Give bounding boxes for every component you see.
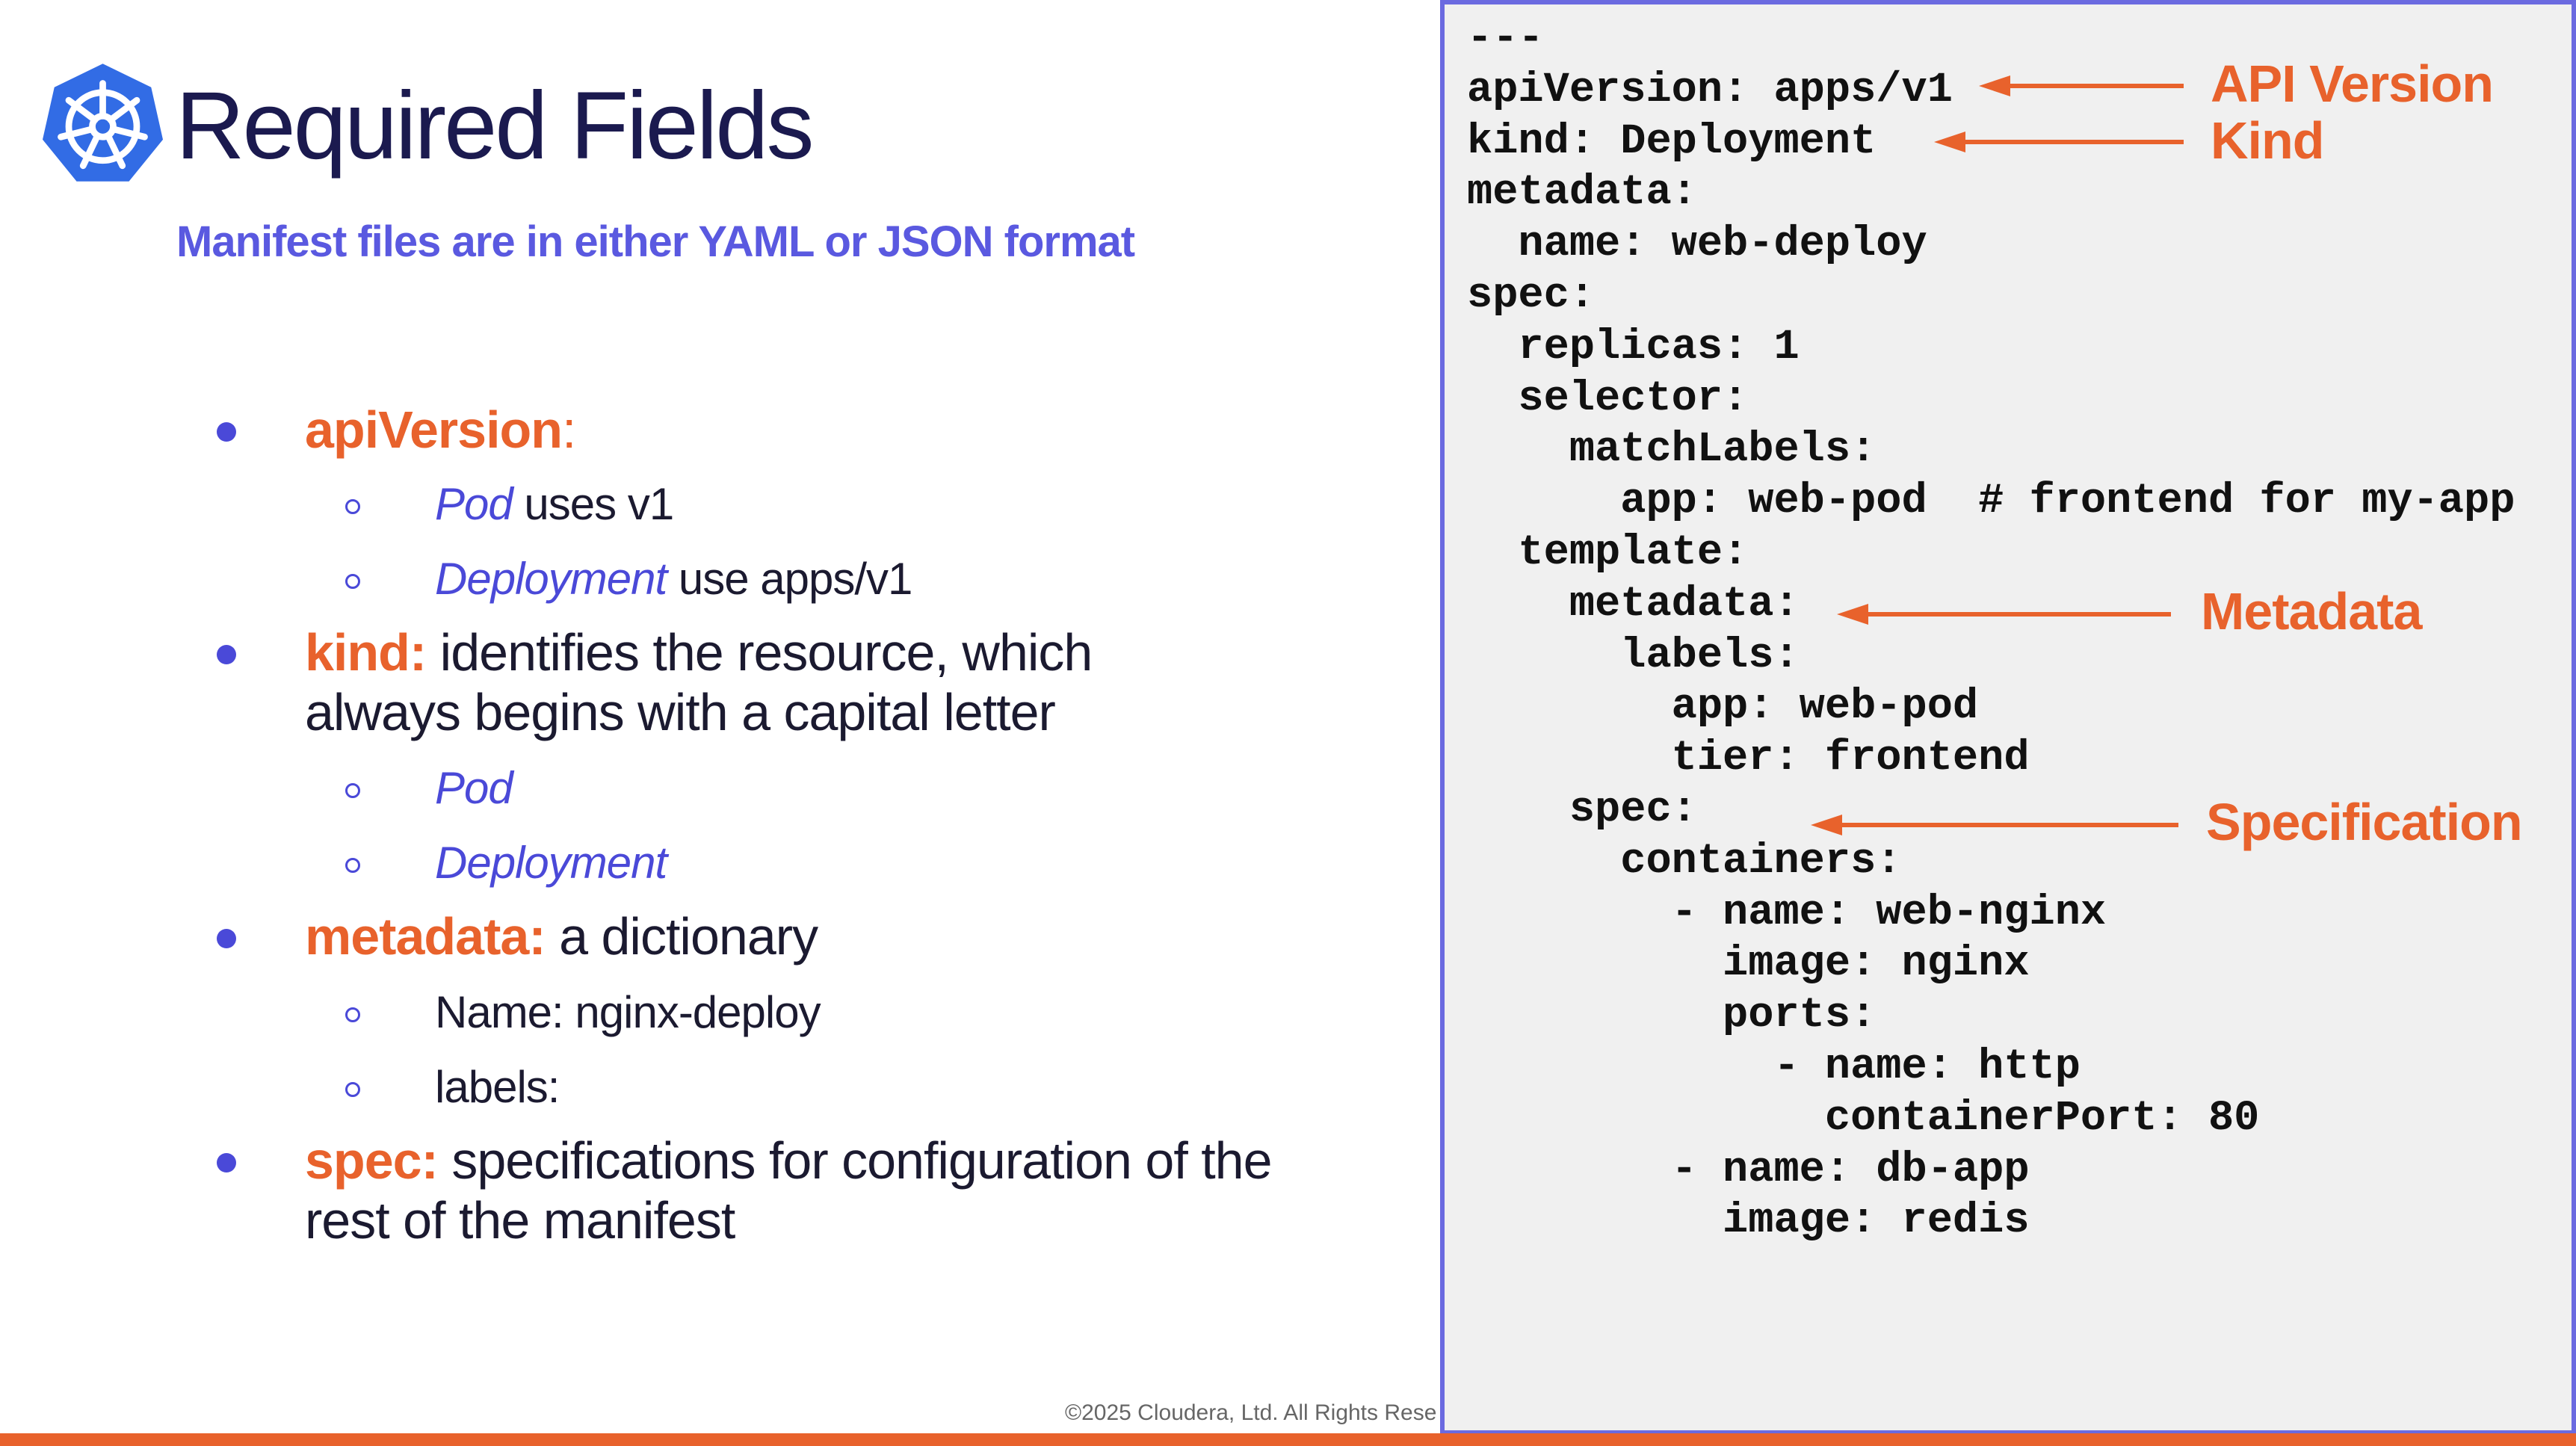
sub-item-kind-deployment: Deployment [435,838,667,888]
sub-bullet-ring [345,1007,360,1022]
bullet-list: apiVersion: Pod uses v1 Deployment use a… [0,0,1420,1420]
sub-item-kind-pod: Pod [435,763,513,813]
sub-bullet-ring [345,783,360,798]
copyright-text: ©2025 Cloudera, Ltd. All Rights Rese [1065,1400,1437,1425]
annotation-metadata: Metadata [2201,582,2422,640]
bullet-dot [217,422,236,442]
sub-bullet-ring [345,858,360,873]
bullet-dot [217,645,236,664]
sub-item-metadata-labels: labels: [435,1062,560,1112]
sub-item-deployment-version: Deployment use apps/v1 [435,554,912,604]
footer-accent-bar [0,1433,2576,1446]
bullet-apiversion: apiVersion: [305,401,577,459]
sub-bullet-ring [345,1082,360,1097]
sub-bullet-ring [345,499,360,514]
sub-item-pod-version: Pod uses v1 [435,479,674,529]
sub-item-metadata-name: Name: nginx-deploy [435,987,821,1037]
sub-bullet-ring [345,574,360,589]
bullet-metadata: metadata: a dictionary [305,907,818,965]
bullet-kind: kind: identifies the resource, which alw… [305,623,1093,741]
bullet-dot [217,1153,236,1172]
bullet-spec: spec: specifications for configuration o… [305,1131,1273,1249]
bullet-dot [217,929,236,948]
annotation-specification: Specification [2206,793,2523,851]
annotation-api-version: API Version [2211,55,2494,113]
annotation-kind: Kind [2211,111,2325,170]
